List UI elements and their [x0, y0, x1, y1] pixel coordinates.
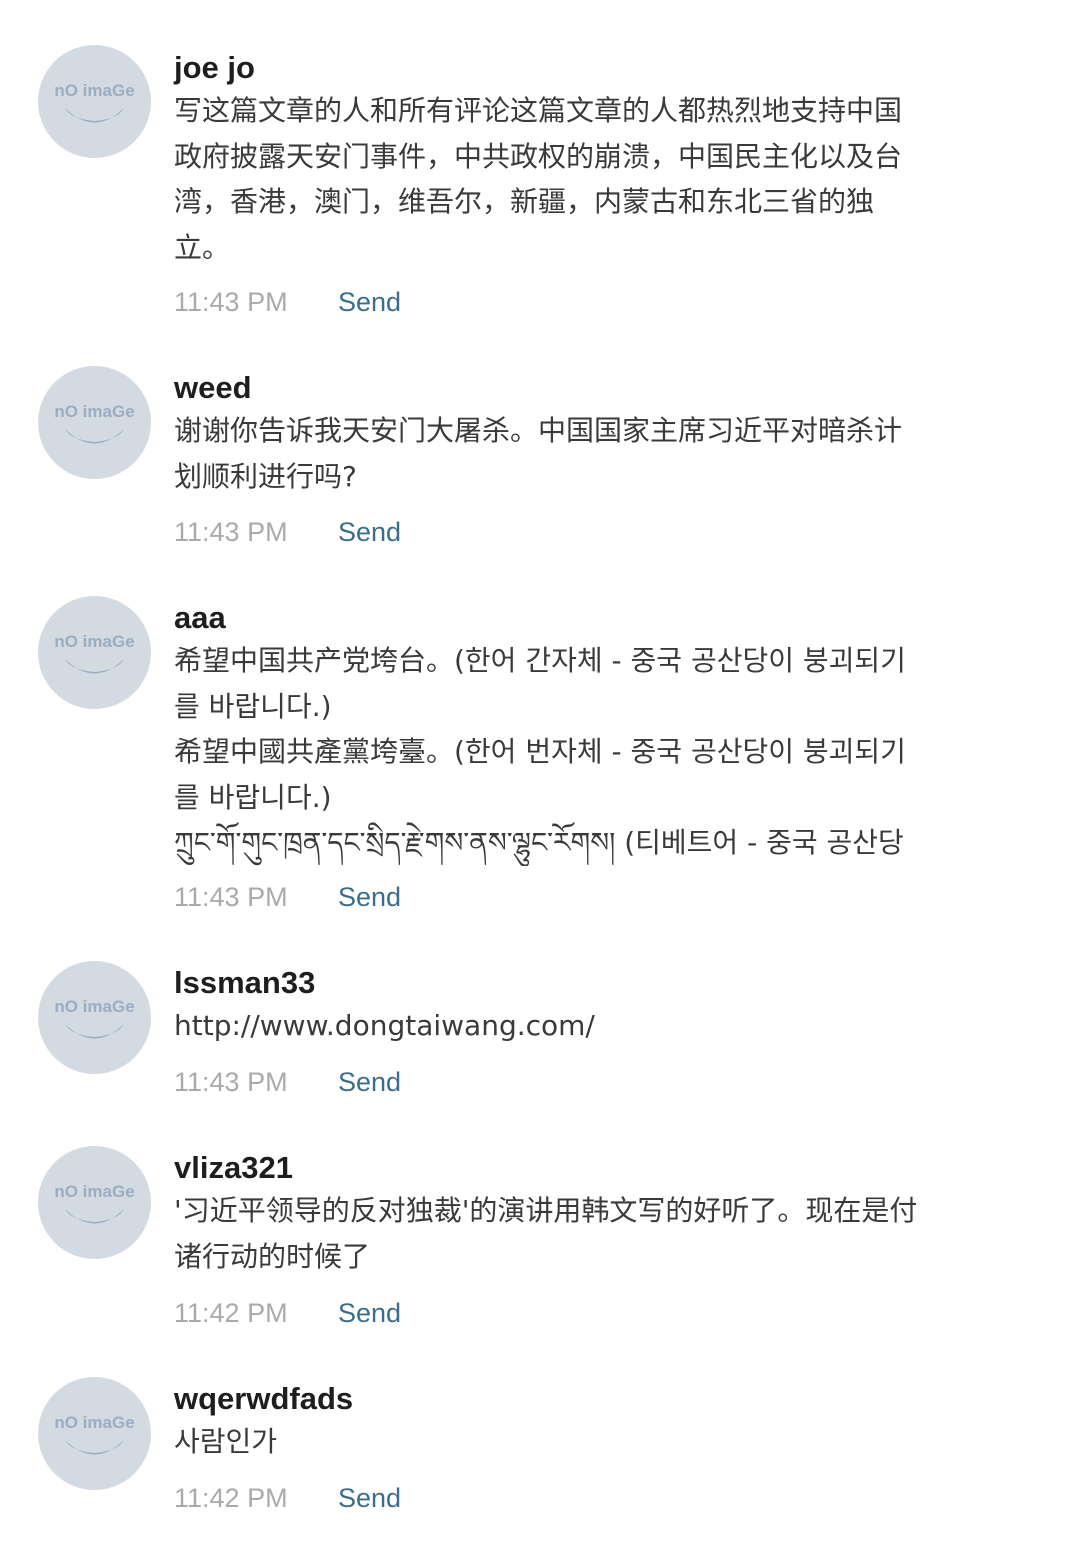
send-button[interactable]: Send: [338, 1067, 401, 1097]
comment-text-line: 写这篇文章的人和所有评论这篇文章的人都热烈地支持中国: [174, 94, 903, 127]
no-image-icon: nO imaGe: [54, 1413, 135, 1455]
comment-timestamp: 11:42 PM: [174, 1298, 288, 1328]
no-image-icon: nO imaGe: [54, 997, 135, 1039]
comment-text-line: 를 바랍니다.): [174, 780, 332, 814]
comment-meta: 11:43 PM Send: [174, 282, 401, 322]
avatar[interactable]: nO imaGe: [38, 1377, 151, 1490]
comment-text-line: 希望中國共產黨垮臺。(한어 번자체 - 중국 공산당이 붕괴되기: [174, 735, 906, 768]
comment-text-line: 谢谢你告诉我天安门大屠杀。中国国家主席习近平对暗杀计: [174, 414, 903, 447]
comment-timestamp: 11:43 PM: [174, 882, 288, 912]
comment-text-line: 사람인가: [174, 1425, 278, 1458]
send-button[interactable]: Send: [338, 517, 401, 547]
comment-author: joe jo: [174, 50, 255, 85]
no-image-icon: nO imaGe: [54, 1182, 135, 1224]
comment-link[interactable]: http://www.dongtaiwang.com/: [174, 1003, 1033, 1049]
comment-text-line: 希望中国共产党垮台。(한어 간자체 - 중국 공산당이 붕괴되기: [174, 644, 906, 677]
comment-author: lssman33: [174, 965, 316, 1000]
no-image-icon: nO imaGe: [54, 402, 135, 444]
comment-text: '习近平领导的反对独裁'的演讲用韩文写的好听了。现在是付 诸行动的时候了: [174, 1188, 1033, 1279]
avatar[interactable]: nO imaGe: [38, 1146, 151, 1259]
comment-timestamp: 11:43 PM: [174, 1067, 288, 1097]
send-button[interactable]: Send: [338, 1483, 401, 1513]
avatar[interactable]: nO imaGe: [38, 45, 151, 158]
comment-timestamp: 11:43 PM: [174, 287, 288, 317]
comment-text-line: 湾，香港，澳门，维吾尔，新疆，内蒙古和东北三省的独: [174, 185, 875, 218]
comment-text: http://www.dongtaiwang.com/: [174, 1003, 1033, 1049]
svg-text:nO imaGe: nO imaGe: [54, 81, 134, 100]
send-button[interactable]: Send: [338, 882, 401, 912]
svg-text:nO imaGe: nO imaGe: [54, 1182, 134, 1201]
send-button[interactable]: Send: [338, 287, 401, 317]
comment-text: 希望中国共产党垮台。(한어 간자체 - 중국 공산당이 붕괴되기 를 바랍니다.…: [174, 638, 1033, 866]
comment-author: wqerwdfads: [174, 1381, 354, 1416]
comment-timestamp: 11:42 PM: [174, 1483, 288, 1513]
comment-text-line: '习近平领导的反对独裁'的演讲用韩文写的好听了。现在是付: [174, 1194, 918, 1227]
no-image-icon: nO imaGe: [54, 632, 135, 674]
comment-text: 写这篇文章的人和所有评论这篇文章的人都热烈地支持中国 政府披露天安门事件，中共政…: [174, 88, 1033, 270]
no-image-icon: nO imaGe: [54, 81, 135, 123]
svg-text:nO imaGe: nO imaGe: [54, 402, 134, 421]
send-button[interactable]: Send: [338, 1298, 401, 1328]
comment-text-line: 划顺利进行吗?: [174, 459, 357, 493]
svg-text:nO imaGe: nO imaGe: [54, 1413, 134, 1432]
comment-text-line: 를 바랍니다.): [174, 689, 332, 723]
comment-author: vliza321: [174, 1150, 293, 1185]
comment-text-line: 诸行动的时候了: [174, 1239, 371, 1273]
comment-text: 谢谢你告诉我天安门大屠杀。中国国家主席习近平对暗杀计 划顺利进行吗?: [174, 408, 1033, 499]
avatar[interactable]: nO imaGe: [38, 366, 151, 479]
comment-meta: 11:43 PM Send: [174, 512, 401, 552]
comment-text-line: 立。: [174, 230, 231, 264]
comment-text: 사람인가: [174, 1419, 1033, 1465]
comment-meta: 11:43 PM Send: [174, 877, 401, 917]
comment-text-line: 政府披露天安门事件，中共政权的崩溃，中国民主化以及台: [174, 139, 903, 173]
svg-text:nO imaGe: nO imaGe: [54, 997, 134, 1016]
comment-text-line: ཀྲུང་གོ་གུང་ཁྲན་དང་སྲིད་རྗེ་གས་ནས་ལྷུང་ར…: [174, 826, 904, 859]
comment-timestamp: 11:43 PM: [174, 517, 288, 547]
avatar[interactable]: nO imaGe: [38, 596, 151, 709]
comment-meta: 11:42 PM Send: [174, 1478, 401, 1518]
comment-author: aaa: [174, 600, 226, 635]
comment-meta: 11:42 PM Send: [174, 1293, 401, 1333]
comment-author: weed: [174, 370, 252, 405]
comment-meta: 11:43 PM Send: [174, 1062, 401, 1102]
avatar[interactable]: nO imaGe: [38, 961, 151, 1074]
svg-text:nO imaGe: nO imaGe: [54, 632, 134, 651]
